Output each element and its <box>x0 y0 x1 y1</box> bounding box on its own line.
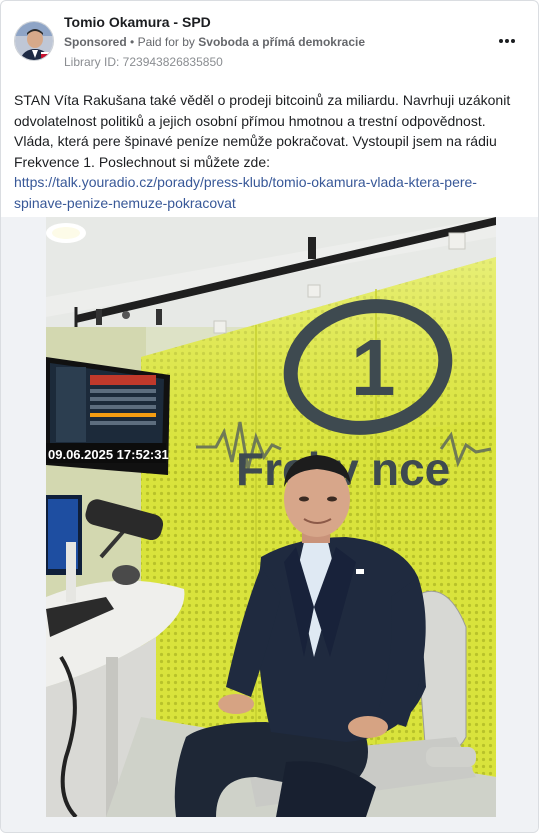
post-text-line: Vláda, která pere špinavé peníze nemůže … <box>14 133 497 149</box>
media-container: 1 Frekv nce 09.06.2025 17:52:31 <box>1 217 538 832</box>
post-link-line-2: spinave-penize-nemuze-pokracovat <box>14 194 236 211</box>
more-horizontal-icon <box>499 39 503 43</box>
logo-number: 1 <box>351 323 396 412</box>
sponsored-label: Sponsored <box>64 35 127 49</box>
more-horizontal-icon <box>505 39 509 43</box>
monitor-timestamp: 09.06.2025 17:52:31 <box>48 447 169 462</box>
meta-separator: • <box>130 35 135 49</box>
avatar-image <box>15 22 53 60</box>
post-link[interactable]: https://talk.youradio.cz/porady/press-kl… <box>14 172 528 213</box>
paid-for-prefix: Paid for by <box>137 35 195 49</box>
post-text-line: odvolatelnost politiků a jejich osobní p… <box>14 112 486 129</box>
post-header: Tomio Okamura - SPD Sponsored • Paid for… <box>1 1 538 79</box>
logo-word-right: nce <box>371 443 450 495</box>
post-text-line: Frekvence 1. Poslechnout si můžete zde: <box>14 153 271 170</box>
studio-photo: 1 Frekv nce 09.06.2025 17:52:31 <box>46 217 496 817</box>
more-options-button[interactable] <box>495 31 519 51</box>
sponsored-line: Sponsored • Paid for by Svoboda a přímá … <box>64 35 365 49</box>
library-id: Library ID: 723943826835850 <box>64 55 223 69</box>
post-photo[interactable]: 1 Frekv nce 09.06.2025 17:52:31 <box>46 217 496 817</box>
post-text-line: STAN Víta Rakušana také věděl o prodeji … <box>14 92 511 108</box>
page-avatar[interactable] <box>14 21 54 61</box>
paid-for-by-link[interactable]: Svoboda a přímá demokracie <box>198 35 365 49</box>
page-name[interactable]: Tomio Okamura - SPD <box>64 14 211 30</box>
more-horizontal-icon <box>511 39 515 43</box>
post-link-line-1: https://talk.youradio.cz/porady/press-kl… <box>14 174 477 190</box>
post-text: STAN Víta Rakušana také věděl o prodeji … <box>14 90 528 213</box>
ad-card: Tomio Okamura - SPD Sponsored • Paid for… <box>0 0 539 833</box>
